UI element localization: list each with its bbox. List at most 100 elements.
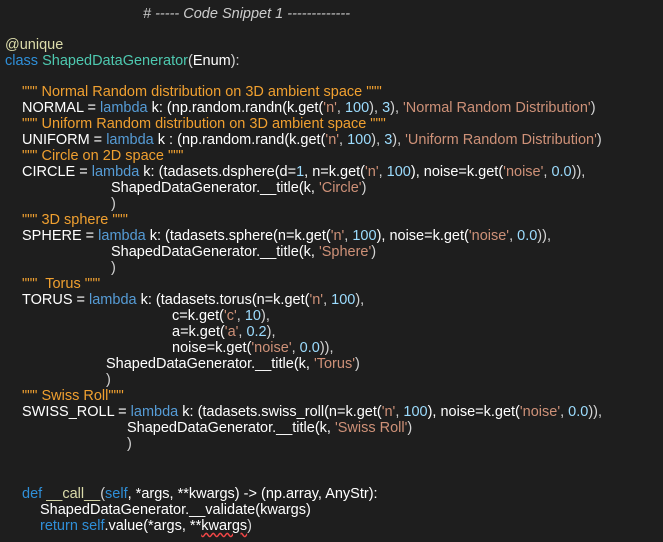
code-token: 0.0	[551, 164, 572, 180]
code-editor[interactable]: # ----- Code Snippet 1 ------------- @uni…	[0, 0, 663, 542]
code-token: 'n'	[381, 404, 396, 420]
code-line: )	[111, 196, 116, 212]
code-token: 'n'	[309, 292, 324, 308]
code-token: )	[371, 244, 377, 260]
code-token: ),	[392, 132, 406, 148]
code-token: kwargs	[201, 518, 248, 534]
code-token: 'c'	[223, 308, 237, 324]
code-token: )),	[537, 228, 551, 244]
code-token: lambda	[89, 292, 137, 308]
code-token: 'noise'	[503, 164, 544, 180]
code-token: 100	[352, 228, 377, 244]
code-token: 'n'	[323, 100, 337, 116]
code-line: SWISS_ROLL = lambda k: (tadasets.swiss_r…	[22, 404, 602, 420]
code-token: 100	[403, 404, 428, 420]
code-token: )	[111, 196, 116, 212]
code-token: , *args, **kwargs) -> (np.array, AnyStr)…	[127, 486, 378, 502]
code-token: """ Normal Random distribution on 3D amb…	[22, 84, 382, 100]
code-token: """ Circle on 2D space """	[22, 148, 184, 164]
code-line: noise=k.get('noise', 0.0)),	[172, 340, 334, 356]
code-line: @unique	[5, 37, 63, 53]
code-token: ),	[390, 100, 404, 116]
code-token: 0.2	[246, 324, 267, 340]
code-token: TORUS =	[22, 292, 90, 308]
code-line: """ Circle on 2D space """	[22, 148, 183, 164]
code-token: ShapedDataGenerator.__title(k,	[127, 420, 335, 436]
code-token: 'Circle'	[318, 180, 362, 196]
code-line: """ Uniform Random distribution on 3D am…	[22, 116, 386, 132]
code-token: 'Uniform Random Distribution'	[405, 132, 597, 148]
code-token: )	[127, 436, 132, 452]
code-token: ShapedDataGenerator.__title(k,	[106, 356, 314, 372]
code-token: # ----- Code Snippet 1 -------------	[143, 6, 351, 22]
code-token: ,	[291, 340, 300, 356]
code-token: ShapedDataGenerator.__validate(kwargs)	[40, 502, 311, 518]
code-token: ),	[260, 308, 270, 324]
code-line: ShapedDataGenerator.__title(k, 'Torus')	[106, 356, 360, 372]
code-token: class	[5, 53, 43, 69]
code-token: ShapedDataGenerator.__title(k,	[111, 244, 319, 260]
code-token: c=k.get(	[172, 308, 224, 324]
code-token: )	[111, 260, 116, 276]
code-token: ):	[230, 53, 240, 69]
code-line: )	[106, 372, 111, 388]
code-token: 'n'	[330, 228, 345, 244]
code-line: a=k.get('a', 0.2),	[172, 324, 276, 340]
code-token: 100	[344, 100, 370, 116]
code-token: 0.0	[517, 228, 538, 244]
code-line: return self.value(*args, **kwargs)	[40, 518, 252, 534]
code-line: ShapedDataGenerator.__title(k, 'Sphere')	[111, 244, 376, 260]
code-token: @unique	[5, 37, 64, 53]
code-line: CIRCLE = lambda k: (tadasets.dsphere(d=1…	[22, 164, 585, 180]
code-token: """ Swiss Roll"""	[22, 388, 124, 404]
code-token: k: (np.random.randn(k.get(	[147, 100, 324, 116]
code-token: 3	[382, 100, 391, 116]
code-token: 'Sphere'	[318, 244, 372, 260]
code-token: lambda	[130, 404, 179, 420]
code-line: class ShapedDataGenerator(Enum):	[5, 53, 240, 69]
code-line: c=k.get('c', 10),	[172, 308, 270, 324]
code-token: )),	[571, 164, 586, 180]
code-token: SPHERE =	[22, 228, 99, 244]
code-token: )	[361, 180, 367, 196]
code-token: ShapedDataGenerator.__title(k,	[111, 180, 319, 196]
code-token: )	[354, 356, 360, 372]
code-token: ), noise=k.get(	[427, 404, 520, 420]
code-token: def	[22, 486, 47, 502]
code-token: """ Torus """	[22, 276, 101, 292]
code-token: lambda	[98, 228, 146, 244]
code-token: 'noise'	[251, 340, 292, 356]
code-token: return	[40, 518, 82, 534]
code-token: 1	[296, 164, 305, 180]
code-token: 0.0	[568, 404, 589, 420]
code-token: , n=k.get(	[304, 164, 365, 180]
code-token: ,	[378, 164, 387, 180]
code-token: ,	[509, 228, 518, 244]
code-line: )	[111, 260, 116, 276]
code-token: 100	[347, 132, 372, 148]
code-token: )	[590, 100, 596, 116]
code-token: )	[247, 518, 252, 534]
code-token: lambda	[91, 164, 140, 180]
code-token: ),	[355, 292, 365, 308]
code-token: ),	[266, 324, 276, 340]
code-token: self	[105, 486, 128, 502]
code-line: # ----- Code Snippet 1 -------------	[143, 6, 350, 22]
code-line: ShapedDataGenerator.__title(k, 'Swiss Ro…	[127, 420, 412, 436]
code-token: 100	[386, 164, 411, 180]
code-token: )	[106, 372, 111, 388]
code-token: a=k.get(	[172, 324, 225, 340]
code-token: 'Swiss Roll'	[334, 420, 408, 436]
code-line: def __call__(self, *args, **kwargs) -> (…	[22, 486, 378, 502]
code-token: ,	[560, 404, 569, 420]
code-line: ShapedDataGenerator.__title(k, 'Circle')	[111, 180, 366, 196]
code-line: ShapedDataGenerator.__validate(kwargs)	[40, 502, 311, 518]
code-token: ,	[236, 308, 245, 324]
code-line: SPHERE = lambda k: (tadasets.sphere(n=k.…	[22, 228, 551, 244]
code-line: """ Swiss Roll"""	[22, 388, 124, 404]
code-token: UNIFORM =	[22, 132, 107, 148]
code-token: NORMAL =	[22, 100, 101, 116]
code-token: self	[81, 518, 105, 534]
code-token: ), noise=k.get(	[410, 164, 504, 180]
code-token: 'noise'	[468, 228, 510, 244]
